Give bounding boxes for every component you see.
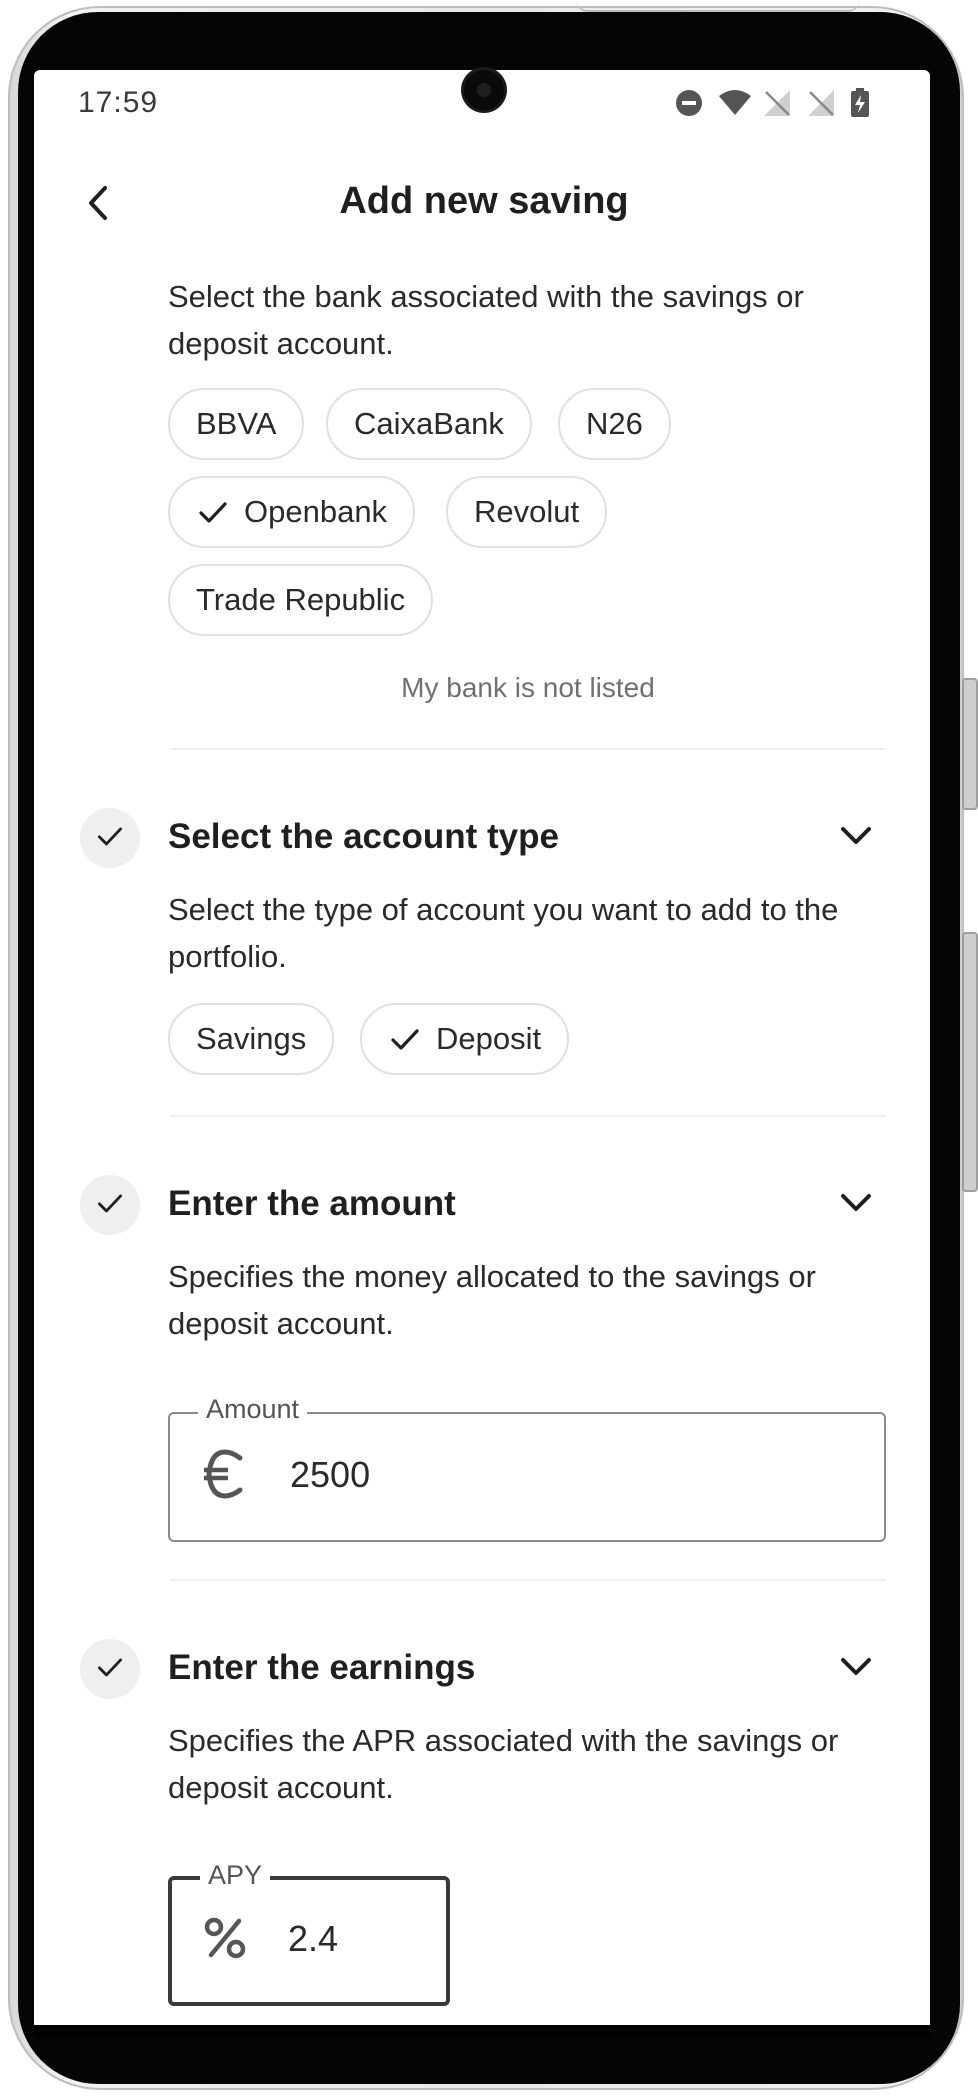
battery-charging-icon [850, 88, 880, 118]
step-complete-badge [80, 1639, 140, 1699]
chevron-down-icon [840, 826, 872, 851]
apy-input-value[interactable]: 2.4 [288, 1918, 338, 1960]
account-type-step-title[interactable]: Select the account type [168, 817, 559, 857]
chip-label: Trade Republic [196, 582, 406, 617]
account-chip-deposit[interactable]: Deposit [360, 1003, 570, 1075]
chevron-down-icon [840, 1657, 872, 1682]
chip-label: Revolut [474, 494, 580, 529]
bank-chip-trade-republic[interactable]: Trade Republic [168, 564, 434, 636]
checkmark-icon [388, 1022, 422, 1056]
wifi-icon [718, 88, 751, 118]
chevron-down-icon [840, 1193, 872, 1218]
percent-icon [200, 1908, 250, 1968]
power-button [962, 932, 978, 1192]
amount-input-value[interactable]: 2500 [290, 1454, 370, 1496]
bank-step-description: Select the bank associated with the savi… [168, 279, 804, 361]
bank-chip-n26[interactable]: N26 [558, 388, 671, 460]
bank-chip-openbank[interactable]: Openbank [168, 476, 416, 548]
chip-label: CaixaBank [354, 406, 504, 441]
checkmark-icon [95, 1652, 125, 1687]
page-title: Add new saving [339, 180, 629, 222]
no-signal-icon [762, 88, 792, 118]
chevron-left-icon [87, 185, 109, 226]
amount-description: Specifies the money allocated to the sav… [168, 1259, 816, 1341]
status-icons [674, 88, 880, 118]
checkmark-icon [95, 821, 125, 856]
account-chip-savings[interactable]: Savings [168, 1003, 335, 1075]
checkmark-icon [95, 1188, 125, 1223]
bank-chip-bbva[interactable]: BBVA [168, 388, 305, 460]
bank-not-listed-link[interactable]: My bank is not listed [168, 672, 888, 704]
section-divider [170, 1579, 886, 1581]
chip-label: Deposit [436, 1021, 542, 1056]
bank-chip-caixabank[interactable]: CaixaBank [326, 388, 532, 460]
euro-icon [200, 1444, 250, 1504]
earnings-step-title[interactable]: Enter the earnings [168, 1648, 475, 1688]
account-type-description: Select the type of account you want to a… [168, 892, 839, 974]
step-complete-badge [80, 1175, 140, 1235]
phone-top-edge [576, 0, 860, 12]
back-button[interactable] [78, 182, 118, 228]
checkmark-icon [196, 495, 230, 529]
status-time: 17:59 [78, 86, 159, 119]
section-divider [170, 1115, 886, 1117]
screen-bottom-edge [34, 2025, 930, 2037]
amount-expand-button[interactable] [836, 1185, 876, 1225]
bank-chip-revolut[interactable]: Revolut [446, 476, 608, 548]
section-divider [170, 748, 886, 750]
chip-label: BBVA [196, 406, 277, 441]
do-not-disturb-icon [674, 88, 704, 118]
chip-label: Openbank [244, 494, 388, 529]
step-complete-badge [80, 808, 140, 868]
chip-label: Savings [196, 1021, 307, 1056]
earnings-description: Specifies the APR associated with the sa… [168, 1723, 839, 1805]
apy-field-label: APY [200, 1860, 271, 1891]
no-signal-icon-2 [806, 88, 836, 118]
account-type-expand-button[interactable] [836, 818, 876, 858]
amount-field[interactable]: Amount 2500 [168, 1394, 886, 1542]
amount-step-title[interactable]: Enter the amount [168, 1184, 456, 1224]
chip-label: N26 [586, 406, 643, 441]
earnings-expand-button[interactable] [836, 1649, 876, 1689]
apy-field[interactable]: APY 2.4 [168, 1860, 450, 2006]
volume-button [962, 678, 978, 810]
amount-field-label: Amount [198, 1394, 308, 1425]
front-camera [464, 70, 504, 110]
